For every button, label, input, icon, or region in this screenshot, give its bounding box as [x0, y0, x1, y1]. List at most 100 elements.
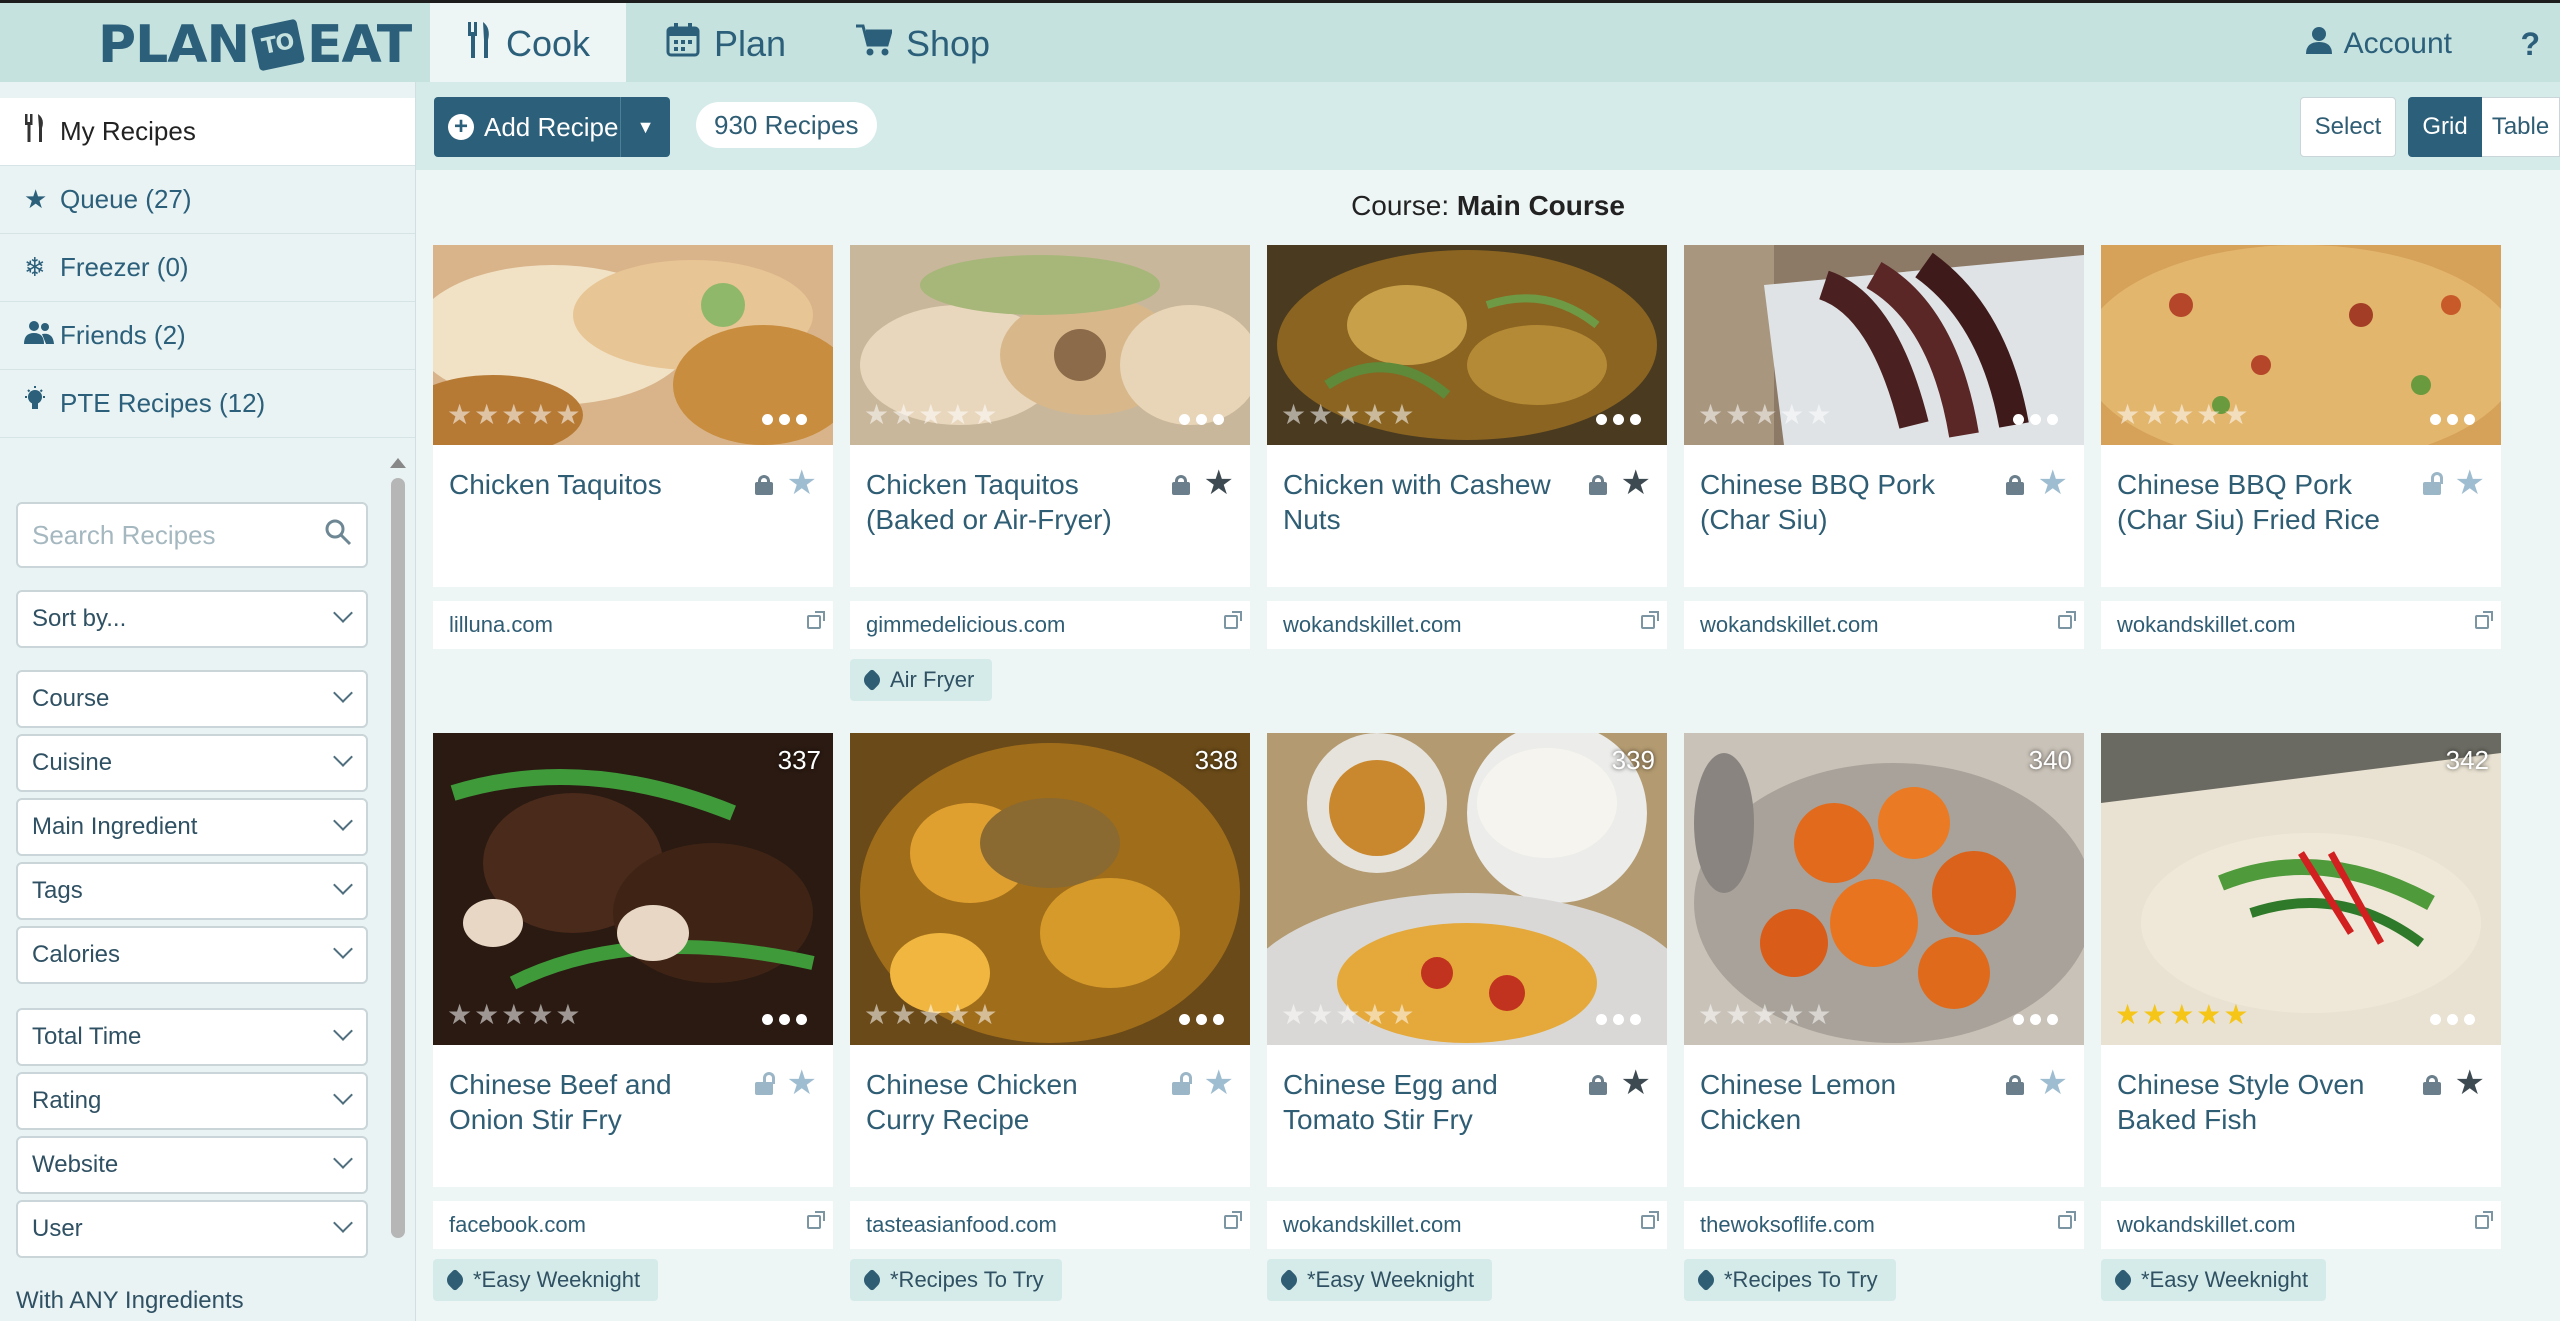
queue-star-icon[interactable]: ★ [2455, 463, 2485, 503]
more-options-icon[interactable] [762, 414, 807, 425]
help-button[interactable]: ? [2520, 3, 2540, 85]
recipe-source-link[interactable]: gimmedelicious.com [850, 601, 1250, 649]
total-time-filter[interactable]: Total Time [16, 1008, 368, 1066]
queue-star-icon[interactable]: ★ [1621, 463, 1651, 503]
recipe-title[interactable]: Chinese Beef and Onion Stir Fry [449, 1067, 723, 1137]
rating-filter[interactable]: Rating [16, 1072, 368, 1130]
external-link-icon[interactable] [2058, 611, 2076, 629]
recipe-photo[interactable]: ★★★★★ [850, 245, 1250, 445]
rating-stars[interactable]: ★★★★★ [1698, 998, 1834, 1031]
more-options-icon[interactable] [2430, 1014, 2475, 1025]
sidebar-item-my-recipes[interactable]: My Recipes [0, 98, 415, 166]
recipe-title[interactable]: Chinese Style Oven Baked Fish [2117, 1067, 2391, 1137]
nav-tab-plan[interactable]: Plan [666, 3, 786, 85]
recipe-title-box[interactable]: Chinese Beef and Onion Stir Fry ★ [433, 1045, 833, 1187]
recipe-photo[interactable]: ★★★★★ [1684, 245, 2084, 445]
recipe-title[interactable]: Chinese Lemon Chicken [1700, 1067, 1974, 1137]
rating-stars[interactable]: ★★★★★ [447, 998, 583, 1031]
external-link-icon[interactable] [1641, 611, 1659, 629]
rating-stars[interactable]: ★★★★★ [864, 998, 1000, 1031]
recipe-photo[interactable]: ★★★★★ [2101, 245, 2501, 445]
account-menu[interactable]: Account [2305, 3, 2452, 85]
recipe-title[interactable]: Chicken Taquitos (Baked or Air-Fryer) [866, 467, 1140, 537]
calories-filter[interactable]: Calories [16, 926, 368, 984]
external-link-icon[interactable] [2475, 611, 2493, 629]
recipe-card[interactable]: ★★★★★ Chicken Taquitos ★ lilluna.com [433, 245, 833, 649]
recipe-tag[interactable]: *Easy Weeknight [433, 1259, 659, 1301]
recipe-tag[interactable]: *Recipes To Try [1684, 1259, 1896, 1301]
rating-stars[interactable]: ★★★★★ [2115, 998, 2251, 1031]
recipe-title[interactable]: Chinese Chicken Curry Recipe [866, 1067, 1140, 1137]
recipe-card[interactable]: 337 ★★★★★ Chinese Beef and Onion Stir Fry ★… [433, 733, 833, 1301]
recipe-photo[interactable]: 342 ★★★★★ [2101, 733, 2501, 1045]
external-link-icon[interactable] [807, 1211, 825, 1229]
recipe-title[interactable]: Chinese BBQ Pork (Char Siu) [1700, 467, 1974, 537]
cuisine-filter[interactable]: Cuisine [16, 734, 368, 792]
nav-tab-cook[interactable]: Cook [430, 3, 626, 85]
recipe-card[interactable]: 339 ★★★★★ Chinese Egg and Tomato Stir Fry ★… [1267, 733, 1667, 1301]
recipe-title-box[interactable]: Chicken Taquitos (Baked or Air-Fryer) ★ [850, 445, 1250, 587]
scrollbar-thumb[interactable] [391, 478, 405, 1238]
recipe-source-link[interactable]: lilluna.com [433, 601, 833, 649]
queue-star-icon[interactable]: ★ [2038, 463, 2068, 503]
recipe-photo[interactable]: 340 ★★★★★ [1684, 733, 2084, 1045]
table-view-button[interactable]: Table [2482, 97, 2560, 157]
queue-star-icon[interactable]: ★ [2455, 1063, 2485, 1103]
recipe-title-box[interactable]: Chinese BBQ Pork (Char Siu) ★ [1684, 445, 2084, 587]
recipe-photo[interactable]: ★★★★★ [433, 245, 833, 445]
select-button[interactable]: Select [2300, 97, 2396, 157]
recipe-card[interactable]: ★★★★★ Chicken Taquitos (Baked or Air-Frye… [850, 245, 1250, 701]
search-recipes-input[interactable]: Search Recipes [16, 502, 368, 568]
recipe-photo[interactable]: 337 ★★★★★ [433, 733, 833, 1045]
more-options-icon[interactable] [2013, 1014, 2058, 1025]
recipe-tag[interactable]: Air Fryer [850, 659, 993, 701]
recipe-title-box[interactable]: Chicken Taquitos ★ [433, 445, 833, 587]
more-options-icon[interactable] [762, 1014, 807, 1025]
queue-star-icon[interactable]: ★ [787, 1063, 817, 1103]
more-options-icon[interactable] [1179, 414, 1224, 425]
sidebar-item-freezer[interactable]: ❄ Freezer (0) [0, 234, 415, 302]
recipe-card[interactable]: 342 ★★★★★ Chinese Style Oven Baked Fish ★ wo… [2101, 733, 2501, 1301]
rating-stars[interactable]: ★★★★★ [2115, 398, 2251, 431]
recipe-title[interactable]: Chicken Taquitos [449, 467, 723, 502]
sidebar-item-queue[interactable]: ★ Queue (27) [0, 166, 415, 234]
more-options-icon[interactable] [2430, 414, 2475, 425]
external-link-icon[interactable] [2475, 1211, 2493, 1229]
recipe-photo[interactable]: 339 ★★★★★ [1267, 733, 1667, 1045]
recipe-photo[interactable]: ★★★★★ [1267, 245, 1667, 445]
queue-star-icon[interactable]: ★ [1204, 463, 1234, 503]
recipe-title-box[interactable]: Chinese Style Oven Baked Fish ★ [2101, 1045, 2501, 1187]
recipe-title[interactable]: Chinese BBQ Pork (Char Siu) Fried Rice [2117, 467, 2391, 537]
queue-star-icon[interactable]: ★ [2038, 1063, 2068, 1103]
recipe-title-box[interactable]: Chicken with Cashew Nuts ★ [1267, 445, 1667, 587]
recipe-card[interactable]: 340 ★★★★★ Chinese Lemon Chicken ★ thewoksofl… [1684, 733, 2084, 1301]
user-filter[interactable]: User [16, 1200, 368, 1258]
grid-view-button[interactable]: Grid [2408, 97, 2482, 157]
more-options-icon[interactable] [1179, 1014, 1224, 1025]
sidebar-item-friends[interactable]: Friends (2) [0, 302, 415, 370]
rating-stars[interactable]: ★★★★★ [447, 398, 583, 431]
recipe-source-link[interactable]: wokandskillet.com [1267, 601, 1667, 649]
recipe-title[interactable]: Chinese Egg and Tomato Stir Fry [1283, 1067, 1557, 1137]
course-filter[interactable]: Course [16, 670, 368, 728]
sidebar-item-pte-recipes[interactable]: PTE Recipes (12) [0, 370, 415, 438]
sidebar-scrollbar[interactable] [388, 452, 408, 1312]
queue-star-icon[interactable]: ★ [1621, 1063, 1651, 1103]
add-recipe-button[interactable]: + Add Recipe ▼ [434, 97, 670, 157]
more-options-icon[interactable] [1596, 414, 1641, 425]
recipe-source-link[interactable]: wokandskillet.com [2101, 1201, 2501, 1249]
external-link-icon[interactable] [1224, 1211, 1242, 1229]
recipe-source-link[interactable]: wokandskillet.com [1267, 1201, 1667, 1249]
website-filter[interactable]: Website [16, 1136, 368, 1194]
recipe-title-box[interactable]: Chinese Lemon Chicken ★ [1684, 1045, 2084, 1187]
external-link-icon[interactable] [807, 611, 825, 629]
more-options-icon[interactable] [1596, 1014, 1641, 1025]
recipe-card[interactable]: ★★★★★ Chinese BBQ Pork (Char Siu) Fried R… [2101, 245, 2501, 649]
recipe-source-link[interactable]: thewoksoflife.com [1684, 1201, 2084, 1249]
sort-by-select[interactable]: Sort by... [16, 590, 368, 648]
recipe-source-link[interactable]: wokandskillet.com [2101, 601, 2501, 649]
add-recipe-dropdown-toggle[interactable]: ▼ [620, 97, 670, 157]
rating-stars[interactable]: ★★★★★ [864, 398, 1000, 431]
rating-stars[interactable]: ★★★★★ [1698, 398, 1834, 431]
recipe-card[interactable]: ★★★★★ Chinese BBQ Pork (Char Siu) ★ wokands… [1684, 245, 2084, 649]
